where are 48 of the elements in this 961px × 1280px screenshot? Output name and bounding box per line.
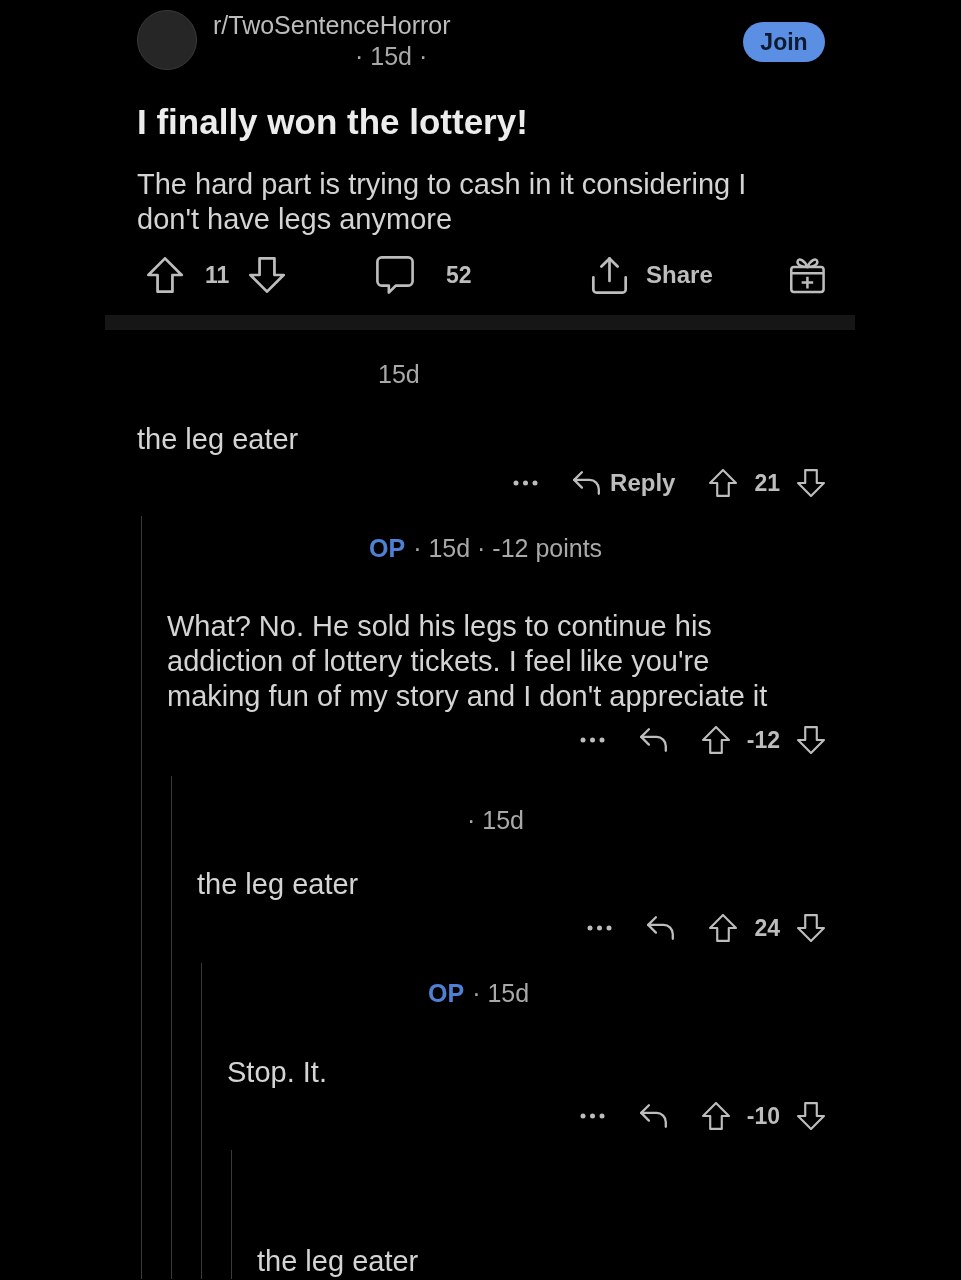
vote-count: 24	[754, 913, 780, 943]
comment-count: 52	[446, 260, 472, 290]
comment-icon[interactable]	[376, 256, 414, 294]
vote-count: -12	[746, 725, 780, 755]
upvote-icon[interactable]	[701, 726, 730, 754]
reply-button[interactable]: Reply	[572, 465, 676, 501]
post-title: I finally won the lottery!	[137, 102, 529, 142]
more-icon[interactable]	[579, 737, 605, 743]
gift-icon[interactable]	[790, 256, 825, 294]
comment-text: What? No. He sold his legs to continue his addiction of lottery tickets. I feel like you're making fun of my story and I don't appreciate it	[167, 609, 769, 714]
comment-meta: 15d	[378, 359, 420, 391]
vote-count: 21	[754, 468, 780, 498]
upvote-icon[interactable]	[701, 1102, 730, 1130]
downvote-icon[interactable]	[797, 726, 825, 754]
downvote-icon[interactable]	[249, 257, 286, 293]
op-label: OP	[369, 533, 406, 565]
reply-icon	[638, 728, 668, 752]
post-meta: · 15d ·	[354, 42, 429, 70]
join-button[interactable]: Join	[743, 22, 825, 62]
more-icon[interactable]	[579, 1113, 605, 1119]
share-button[interactable]: Share	[591, 256, 791, 294]
comment-meta: · 15d	[472, 978, 530, 1010]
reply-icon	[646, 916, 676, 940]
reply-button[interactable]	[638, 1104, 668, 1128]
post-text: The hard part is trying to cash in it considering I don't have legs anymore	[137, 167, 748, 237]
comment-text: the leg eater	[257, 1244, 420, 1279]
upvote-icon[interactable]	[709, 469, 738, 497]
comment-meta: · 15d	[467, 805, 524, 837]
comment-text: the leg eater	[137, 422, 300, 457]
downvote-icon[interactable]	[797, 1102, 825, 1130]
comment-text: the leg eater	[197, 867, 360, 902]
downvote-icon[interactable]	[797, 469, 825, 497]
more-icon[interactable]	[587, 925, 613, 931]
reply-icon	[638, 1104, 668, 1128]
reply-button[interactable]	[646, 916, 676, 940]
reply-icon	[572, 471, 602, 495]
upvote-icon[interactable]	[709, 914, 738, 942]
downvote-icon[interactable]	[797, 914, 825, 942]
reply-button[interactable]	[638, 728, 668, 752]
subreddit-name[interactable]: r/TwoSentenceHorror	[213, 11, 451, 39]
op-label: OP	[428, 978, 465, 1010]
more-icon[interactable]	[513, 480, 539, 486]
comment-text: Stop. It.	[227, 1055, 328, 1090]
comment-meta: · 15d · -12 points	[413, 533, 603, 565]
vote-count: 11	[205, 260, 230, 290]
upvote-icon[interactable]	[147, 257, 183, 293]
vote-count: -10	[746, 1101, 780, 1131]
share-icon	[591, 256, 629, 294]
